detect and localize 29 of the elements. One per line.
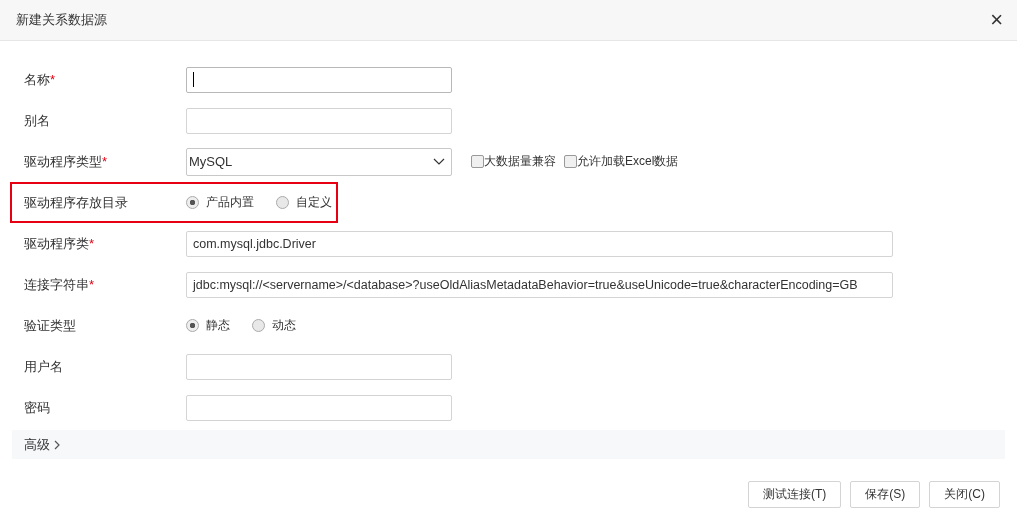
input-field[interactable] xyxy=(186,107,452,134)
checkbox[interactable]: 允许加载Excel数据 xyxy=(564,153,679,170)
advanced-toggle[interactable]: 高级 xyxy=(12,430,1005,459)
field-label: 验证类型 xyxy=(23,316,77,335)
field-label: 名称* xyxy=(23,70,57,89)
input-field[interactable] xyxy=(186,394,452,421)
chevron-down-icon xyxy=(433,157,445,166)
dialog-button[interactable]: 关闭(C) xyxy=(929,481,1000,508)
close-button[interactable]: × xyxy=(990,9,1003,31)
dialog-button[interactable]: 保存(S) xyxy=(850,481,921,508)
input-field[interactable]: jdbc:mysql://<servername>/<database>?useOldAliasMetadataBehavior=true&useUnicode=true&characterEncoding=GB xyxy=(186,271,893,298)
field-label: 驱动程序存放目录 xyxy=(23,193,129,212)
input-field[interactable] xyxy=(186,66,452,93)
field-label: 驱动程序类* xyxy=(23,234,96,253)
radio-option[interactable]: 动态 xyxy=(252,317,296,334)
radio-option[interactable]: 静态 xyxy=(186,317,230,334)
radio-option[interactable]: 产品内置 xyxy=(186,194,254,211)
radio-option[interactable]: 自定义 xyxy=(276,194,332,211)
field-label: 用户名 xyxy=(23,357,64,376)
field-label: 密码 xyxy=(23,398,51,417)
checkbox[interactable]: 大数据量兼容 xyxy=(471,153,556,170)
input-field[interactable]: com.mysql.jdbc.Driver xyxy=(186,230,893,257)
field-label: 别名 xyxy=(23,111,51,130)
window-title: 新建关系数据源 xyxy=(16,11,107,29)
field-label: 驱动程序类型* xyxy=(23,152,109,171)
field-label: 连接字符串* xyxy=(23,275,96,294)
input-field[interactable] xyxy=(186,353,452,380)
select-field[interactable]: MySQL xyxy=(186,147,452,176)
dialog-button[interactable]: 测试连接(T) xyxy=(748,481,842,508)
